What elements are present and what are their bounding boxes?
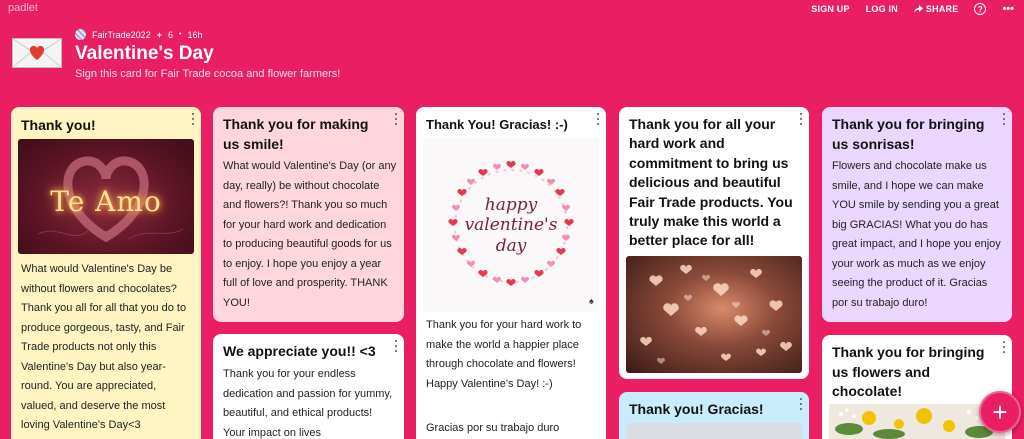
post-body: What would Valentine's Day be without fl… — [21, 263, 187, 431]
top-nav: SIGN UP LOG IN SHARE ? ••• — [811, 3, 1014, 15]
post-title: Thank you for making us smile! — [223, 116, 369, 152]
post-title: Thank you for bringing us sonrisas! — [832, 116, 985, 152]
board-meta: FairTrade2022 + 6 • 16h — [75, 29, 202, 40]
board-subtitle: Sign this card for Fair Trade cocoa and … — [75, 68, 341, 80]
post-card[interactable]: Thank you for making us smile! What woul… — [213, 107, 404, 322]
board-header: FairTrade2022 + 6 • 16h Valentine's Day … — [12, 26, 812, 82]
post-body-secondary: Gracias por su trabajo duro — [426, 422, 560, 434]
envelope-heart-icon — [12, 38, 62, 68]
post-title: We appreciate you!! <3 — [223, 343, 376, 359]
post-menu-icon[interactable] — [1002, 113, 1006, 125]
post-title: Thank you for all your hard work and com… — [629, 116, 793, 249]
bokeh-hearts-icon — [640, 264, 792, 364]
spade-icon: ♠ — [589, 296, 594, 306]
help-icon[interactable]: ? — [974, 3, 987, 15]
likes-icon: + — [156, 29, 162, 40]
post-image[interactable] — [626, 423, 802, 439]
post-card[interactable]: Thank you for all your hard work and com… — [619, 107, 809, 379]
post-menu-icon[interactable] — [596, 113, 600, 125]
post-menu-icon[interactable] — [1002, 341, 1006, 353]
signup-link[interactable]: SIGN UP — [811, 4, 849, 14]
post-title: Thank you! — [21, 117, 96, 133]
post-title: Thank you! Gracias! — [629, 401, 764, 417]
post-menu-icon[interactable] — [394, 340, 398, 352]
post-card[interactable]: Thank you for bringing us sonrisas! Flow… — [822, 107, 1012, 322]
author-name[interactable]: FairTrade2022 — [92, 30, 151, 40]
te-amo-image[interactable]: Te Amo — [18, 139, 194, 254]
post-body: Thank you for your endless dedication an… — [223, 368, 393, 439]
image-word-valentines: valentine's — [464, 215, 558, 235]
bokeh-hearts-image[interactable] — [626, 256, 802, 373]
separator-dot: • — [178, 31, 182, 38]
author-avatar[interactable] — [75, 29, 86, 40]
login-link[interactable]: LOG IN — [866, 4, 898, 14]
post-body: Thank you for your hard work to make the… — [426, 319, 582, 390]
more-options-icon[interactable]: ••• — [1002, 3, 1014, 15]
happy-valentines-image[interactable]: happy valentine's day — [423, 138, 599, 312]
post-card[interactable]: Thank you! Gracias! — [619, 392, 809, 439]
padlet-logo[interactable]: padlet — [8, 2, 38, 14]
share-button[interactable]: SHARE — [913, 4, 959, 14]
share-label: SHARE — [925, 4, 959, 14]
te-amo-text: Te Amo — [50, 185, 162, 218]
post-menu-icon[interactable] — [799, 398, 803, 410]
top-bar: padlet SIGN UP LOG IN SHARE ? ••• — [0, 0, 1024, 18]
board-title: Valentine's Day — [75, 43, 214, 64]
image-word-happy: happy — [484, 195, 538, 215]
post-menu-icon[interactable] — [394, 113, 398, 125]
post-card[interactable]: We appreciate you!! <3 Thank you for you… — [213, 334, 404, 439]
post-card[interactable]: Thank you! Te Amo What would Valentine's… — [11, 107, 201, 439]
post-body: Flowers and chocolate make us smile, and… — [832, 160, 1001, 309]
post-title: Thank you for bringing us flowers and ch… — [832, 344, 985, 399]
post-title: Thank You! Gracias! :-) — [426, 117, 568, 132]
share-icon — [913, 5, 923, 13]
post-body: What would Valentine's Day (or any day, … — [223, 160, 397, 309]
time-ago: 16h — [187, 29, 203, 40]
likes-count: 6 — [167, 29, 173, 40]
image-word-day: day — [495, 236, 527, 256]
add-post-button[interactable]: + — [979, 391, 1021, 433]
post-menu-icon[interactable] — [191, 113, 195, 125]
post-card[interactable]: Thank You! Gracias! :-) happy valentine'… — [416, 107, 606, 439]
